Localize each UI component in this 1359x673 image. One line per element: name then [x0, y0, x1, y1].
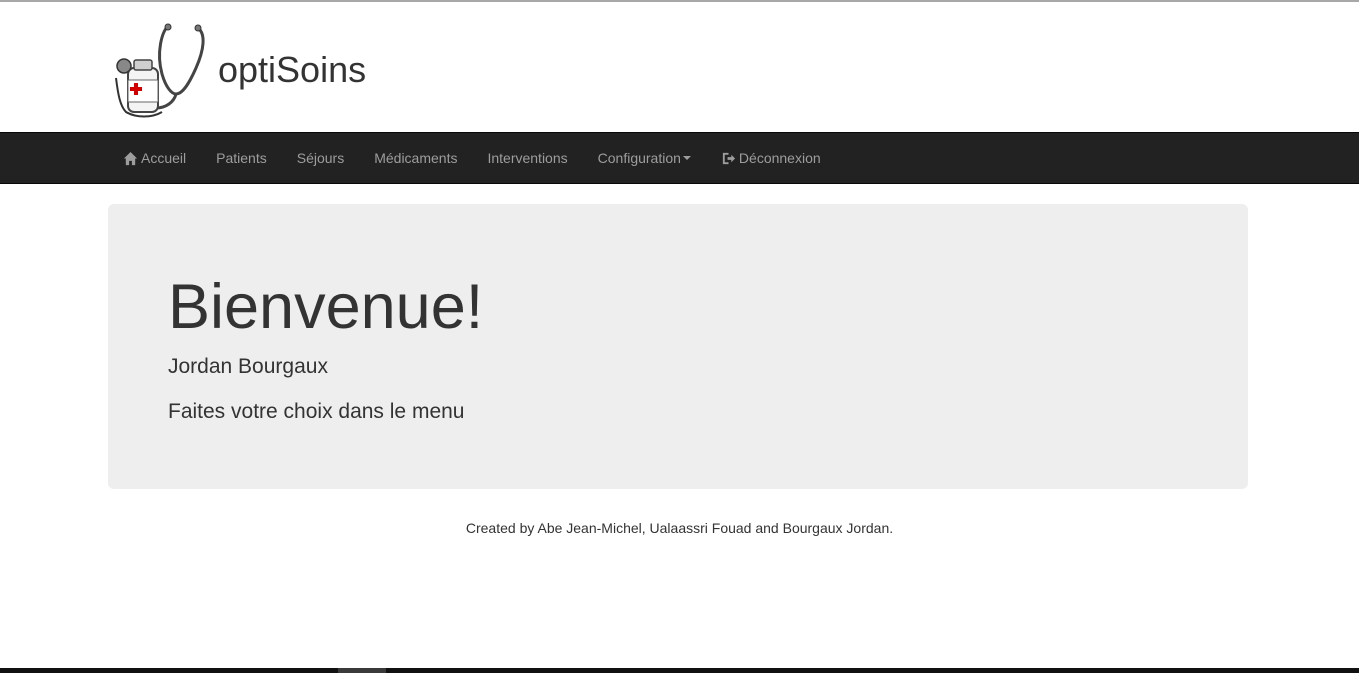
nav-item-interventions[interactable]: Interventions: [472, 133, 582, 183]
nav-item-deconnexion[interactable]: Déconnexion: [706, 133, 836, 183]
nav-menu: Accueil Patients Séjours Médicaments Int…: [108, 133, 836, 183]
stethoscope-medicine-icon[interactable]: [112, 22, 208, 118]
nav-item-accueil[interactable]: Accueil: [108, 133, 201, 183]
nav-item-label: Patients: [216, 150, 267, 166]
nav-item-label: Déconnexion: [738, 150, 821, 166]
bottom-edge-highlight: [338, 668, 386, 673]
header: optiSoins: [0, 2, 1359, 130]
page: optiSoins Accueil Patients Séjours Médic…: [0, 0, 1359, 673]
nav-item-medicaments[interactable]: Médicaments: [359, 133, 472, 183]
nav-item-label: Interventions: [487, 150, 568, 166]
nav-item-label: Accueil: [141, 150, 187, 166]
nav-item-label: Configuration: [597, 150, 681, 166]
logout-icon: [721, 151, 736, 166]
footer-credits: Created by Abe Jean-Michel, Ualaassri Fo…: [465, 520, 894, 536]
nav-item-label: Séjours: [296, 150, 345, 166]
user-name: Jordan Bourgaux: [168, 355, 328, 378]
nav-item-sejours[interactable]: Séjours: [282, 133, 359, 183]
nav-item-patients[interactable]: Patients: [201, 133, 282, 183]
menu-instruction: Faites votre choix dans le menu: [168, 400, 465, 423]
caret-down-icon: [682, 156, 691, 160]
home-icon: [123, 151, 138, 166]
welcome-title: Bienvenue!: [168, 272, 484, 342]
main-navbar: Accueil Patients Séjours Médicaments Int…: [0, 132, 1359, 184]
nav-item-configuration-dropdown[interactable]: Configuration: [583, 133, 706, 183]
bottom-edge-bar: [0, 668, 1359, 673]
welcome-jumbotron: Bienvenue! Jordan Bourgaux Faites votre …: [108, 204, 1248, 489]
brand-title[interactable]: optiSoins: [218, 50, 366, 90]
nav-item-label: Médicaments: [374, 150, 458, 166]
